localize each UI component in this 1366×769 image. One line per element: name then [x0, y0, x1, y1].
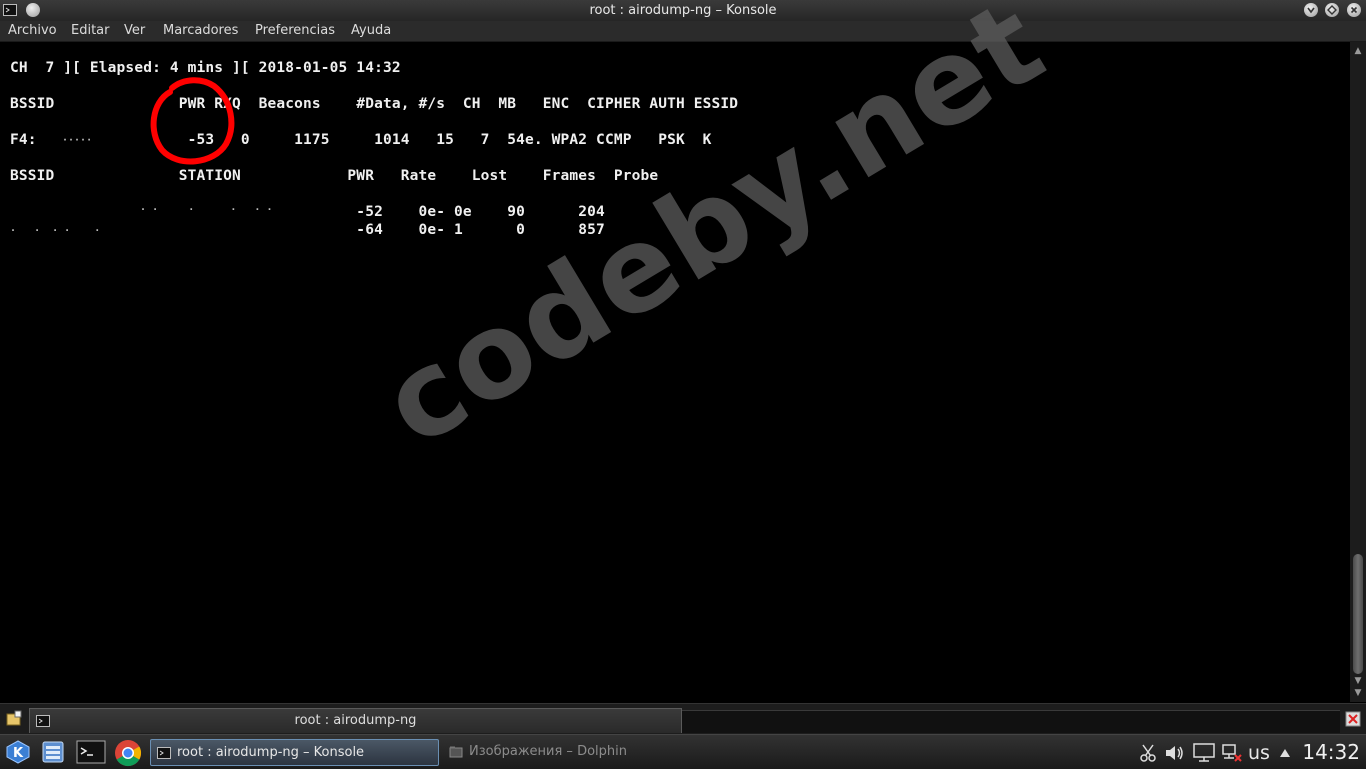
terminal-task-icon [157, 747, 171, 759]
menu-editar[interactable]: Editar [71, 21, 110, 41]
new-tab-icon[interactable] [5, 710, 23, 728]
ap-table-row: F4: -53 0 1175 1014 15 7 54e. WPA2 CCMP … [10, 132, 712, 148]
diamond-icon [1327, 5, 1337, 15]
redacted-station-2: . . . . . [10, 223, 101, 234]
svg-text:K: K [13, 746, 24, 761]
scissors-icon[interactable] [1138, 743, 1158, 763]
menu-marcadores[interactable]: Marcadores [163, 21, 238, 41]
scroll-thumb[interactable] [1353, 554, 1363, 674]
volume-icon[interactable] [1163, 743, 1185, 763]
maximize-button[interactable] [1325, 3, 1339, 17]
folder-task-icon [449, 746, 463, 758]
task-konsole-label: root : airodump-ng – Konsole [177, 745, 365, 760]
kde-launcher-icon[interactable]: K [4, 739, 32, 765]
terminal-launcher-icon[interactable] [76, 739, 106, 765]
close-icon [1350, 6, 1358, 14]
menu-bar: Archivo Editar Ver Marcadores Preferenci… [0, 21, 1366, 42]
red-annotation-circle-icon [150, 77, 235, 165]
konsole-tab-bar: root : airodump-ng [0, 703, 1366, 734]
redacted-station-1: . . . . . . [128, 202, 273, 213]
tray-expand-up-icon[interactable] [1278, 746, 1292, 760]
network-disconnected-icon[interactable] [1220, 742, 1244, 764]
task-dolphin-label: Изображения – Dolphin [469, 744, 627, 759]
task-dolphin[interactable]: Изображения – Dolphin [443, 739, 733, 764]
menu-preferencias[interactable]: Preferencias [255, 21, 335, 41]
redacted-bssid: ····· [62, 135, 93, 146]
menu-ayuda[interactable]: Ayuda [351, 21, 391, 41]
terminal-output[interactable]: CH 7 ][ Elapsed: 4 mins ][ 2018-01-05 14… [0, 42, 1350, 702]
taskbar: K root : airodump-ng – Konsole Изображен… [0, 734, 1366, 769]
tab-bar-empty-area [682, 710, 1340, 733]
menu-archivo[interactable]: Archivo [8, 21, 57, 41]
scroll-down-icon[interactable]: ▼ [1353, 676, 1363, 686]
minimize-button[interactable] [1304, 3, 1318, 17]
window-titlebar[interactable]: root : airodump-ng – Konsole [0, 0, 1366, 21]
chrome-icon[interactable] [113, 738, 143, 768]
clock[interactable]: 14:32 [1302, 739, 1360, 765]
task-konsole[interactable]: root : airodump-ng – Konsole [150, 739, 439, 766]
station-table-header: BSSID STATION PWR Rate Lost Frames Probe [10, 168, 659, 184]
close-button[interactable] [1347, 3, 1361, 17]
file-manager-icon[interactable] [40, 739, 66, 765]
scroll-down-icon-2[interactable]: ▼ [1353, 688, 1363, 698]
scroll-up-icon[interactable]: ▲ [1353, 46, 1363, 56]
station-row-1: -52 0e- 0e 90 204 [10, 204, 605, 220]
display-icon[interactable] [1192, 742, 1216, 764]
window-title: root : airodump-ng – Konsole [589, 3, 777, 18]
menu-ver[interactable]: Ver [124, 21, 145, 41]
close-tab-icon[interactable] [1344, 710, 1362, 728]
tab-label: root : airodump-ng [294, 713, 417, 728]
keyboard-layout-indicator[interactable]: us [1248, 740, 1270, 766]
chevron-down-icon [1307, 7, 1315, 14]
terminal-scrollbar[interactable]: ▲ ▼ ▼ [1350, 42, 1366, 702]
tab-airodump[interactable]: root : airodump-ng [29, 708, 682, 733]
ap-table-header: BSSID PWR RXQ Beacons #Data, #/s CH MB E… [10, 96, 739, 112]
